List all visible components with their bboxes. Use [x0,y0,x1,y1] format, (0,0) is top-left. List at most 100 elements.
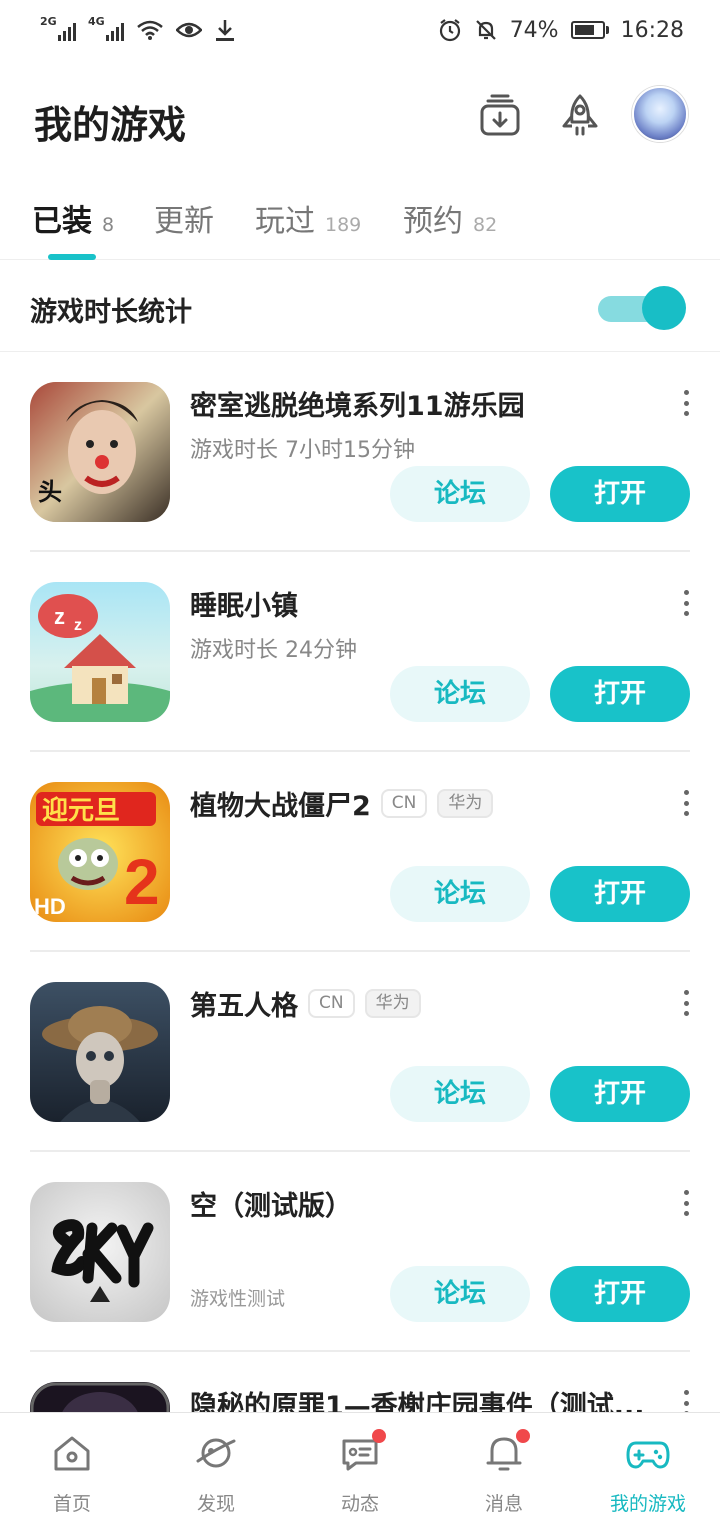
list-item[interactable]: 第五人格 CN 华为 论坛 打开 [0,952,720,1152]
header: 我的游戏 [0,80,720,160]
tag-platform: 华为 [364,989,421,1018]
eye-icon [176,22,202,38]
nav-label: 消息 [484,1493,523,1515]
list-item[interactable]: 头 密室逃脱绝境系列11游乐园 游戏时长 7小时15分钟 论坛 打开 [0,352,720,552]
status-right: 74% 16:28 [438,18,684,43]
svg-text:头: 头 [38,479,62,506]
game-title: 植物大战僵尸2 [190,791,371,822]
tag-region: CN [308,989,355,1018]
svg-text:迎元旦: 迎元旦 [42,795,120,825]
tab-count: 8 [102,214,115,236]
tab-bar: 已装 8 更新 玩过 189 预约 82 [0,186,720,260]
game-icon[interactable]: 迎元旦 2 HD [30,782,170,922]
svg-text:HD: HD [34,894,66,919]
nav-label: 动态 [340,1493,379,1515]
mute-bell-icon [475,20,496,40]
more-options-icon[interactable] [680,590,692,616]
alarm-icon [439,19,460,42]
tab-label: 预约 [403,204,463,239]
playtime-stats-row: 游戏时长统计 [0,262,720,352]
clock: 16:28 [620,17,684,43]
list-item[interactable]: 空（测试版） 游戏性测试 论坛 打开 [0,1152,720,1352]
game-title-line: 睡眠小镇 [190,584,298,623]
nav-label: 发现 [196,1493,235,1515]
tag-region: CN [380,789,428,818]
planet-icon [196,1438,236,1468]
forum-button[interactable]: 论坛 [390,1266,530,1322]
forum-button[interactable]: 论坛 [390,466,530,522]
tab-indicator [48,254,96,260]
download-box-icon[interactable] [476,92,524,140]
forum-button[interactable]: 论坛 [390,866,530,922]
battery-percent: 74% [509,17,559,43]
open-button[interactable]: 打开 [550,666,690,722]
open-button[interactable]: 打开 [550,466,690,522]
status-left: 2G 4G [40,15,236,42]
list-item[interactable]: zz 睡眠小镇 游戏时长 24分钟 论坛 打开 [0,552,720,752]
nav-messages[interactable]: 消息 [432,1413,576,1520]
game-title-line: 空（测试版） [190,1184,352,1223]
game-title: 空（测试版） [190,1191,352,1222]
game-title-line: 植物大战僵尸2 CN 华为 [190,784,494,823]
forum-button[interactable]: 论坛 [390,1066,530,1122]
svg-text:2: 2 [124,846,160,918]
game-title-line: 第五人格 CN 华为 [190,984,421,1023]
forum-button[interactable]: 论坛 [390,666,530,722]
avatar[interactable] [632,86,688,142]
nav-my-games[interactable]: 我的游戏 [576,1413,720,1520]
tab-count: 189 [325,214,362,236]
notification-badge [372,1429,386,1443]
status-bar: 2G 4G 74% 16:28 [0,0,720,60]
tab-label: 已装 [32,204,92,239]
playtime-stats-label: 游戏时长统计 [30,297,192,328]
bottom-nav: 首页 发现 动态 消息 我的游戏 [0,1412,720,1520]
more-options-icon[interactable] [680,1190,692,1216]
signal-icon-2: 4G [88,15,124,41]
open-button[interactable]: 打开 [550,1066,690,1122]
nav-discover[interactable]: 发现 [144,1413,288,1520]
svg-text:z: z [54,604,65,629]
tab-played[interactable]: 玩过 189 [255,196,361,240]
signal-icon-1: 2G [40,15,76,41]
game-icon[interactable]: zz [30,582,170,722]
tab-label: 更新 [154,204,214,239]
home-icon [54,1436,90,1471]
tab-reserved[interactable]: 预约 82 [403,196,497,240]
list-item[interactable]: 迎元旦 2 HD 植物大战僵尸2 CN 华为 论坛 打开 [0,752,720,952]
tag-platform: 华为 [437,789,494,818]
game-icon[interactable]: 头 [30,382,170,522]
nav-label: 我的游戏 [609,1493,686,1515]
game-icon[interactable] [30,1182,170,1322]
tab-updates[interactable]: 更新 [154,196,214,240]
nav-label: 首页 [52,1493,91,1515]
bell-icon [482,1429,530,1475]
game-title-line: 密室逃脱绝境系列11游乐园 [190,384,525,423]
more-options-icon[interactable] [680,390,692,416]
notification-badge [516,1429,530,1443]
network-type-2: 4G [88,15,105,28]
wifi-icon [137,20,163,40]
chat-icon [338,1429,386,1475]
game-title: 密室逃脱绝境系列11游乐园 [190,391,525,422]
svg-text:z: z [74,617,82,634]
open-button[interactable]: 打开 [550,866,690,922]
page-title: 我的游戏 [34,103,187,147]
nav-feed[interactable]: 动态 [288,1413,432,1520]
battery-icon [570,21,609,39]
tab-label: 玩过 [255,204,315,239]
game-icon[interactable] [30,982,170,1122]
game-title: 睡眠小镇 [190,591,298,622]
open-button[interactable]: 打开 [550,1266,690,1322]
tab-count: 82 [473,214,498,236]
download-status-icon [216,20,234,41]
network-type-1: 2G [40,15,57,28]
nav-home[interactable]: 首页 [0,1413,144,1520]
playtime-stats-toggle[interactable] [596,286,688,330]
more-options-icon[interactable] [680,990,692,1016]
rocket-icon[interactable] [556,92,604,140]
game-playtime: 游戏时长 24分钟 [190,638,357,663]
more-options-icon[interactable] [680,790,692,816]
game-note: 游戏性测试 [190,1288,286,1310]
game-playtime: 游戏时长 7小时15分钟 [190,438,415,463]
tab-installed[interactable]: 已装 8 [32,196,114,240]
